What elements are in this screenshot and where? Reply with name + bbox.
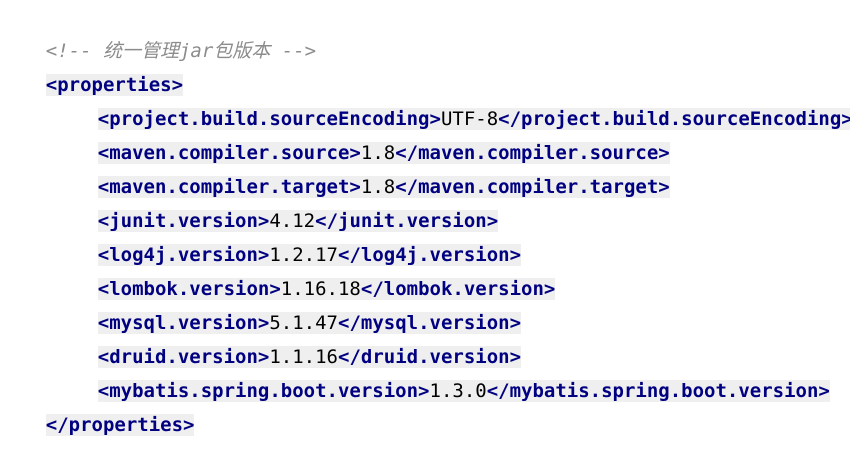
property-close-tag: </mybatis.spring.boot.version> — [486, 380, 830, 402]
properties-open-line: <properties> — [0, 34, 184, 96]
property-line: <maven.compiler.source>1.8</maven.compil… — [0, 102, 670, 164]
property-line: <junit.version>4.12</junit.version> — [0, 170, 499, 232]
property-line: <log4j.version>1.2.17</log4j.version> — [0, 204, 522, 266]
property-line: <mybatis.spring.boot.version>1.3.0</myba… — [0, 340, 830, 402]
properties-close-line: </properties> — [0, 374, 195, 436]
property-value: 1.3.0 — [429, 380, 487, 402]
property-line: <project.build.sourceEncoding>UTF-8</pro… — [0, 68, 850, 130]
property-line: <mysql.version>5.1.47</mysql.version> — [0, 272, 522, 334]
properties-close-tag: </properties> — [45, 414, 195, 436]
property-line: <lombok.version>1.16.18</lombok.version> — [0, 238, 556, 300]
property-line: <druid.version>1.1.16</druid.version> — [0, 306, 522, 368]
code-editor[interactable]: <!-- 统一管理jar包版本 --> <properties> <projec… — [0, 0, 850, 436]
property-line: <maven.compiler.target>1.8</maven.compil… — [0, 136, 670, 198]
xml-comment-line: <!-- 统一管理jar包版本 --> — [0, 0, 316, 62]
